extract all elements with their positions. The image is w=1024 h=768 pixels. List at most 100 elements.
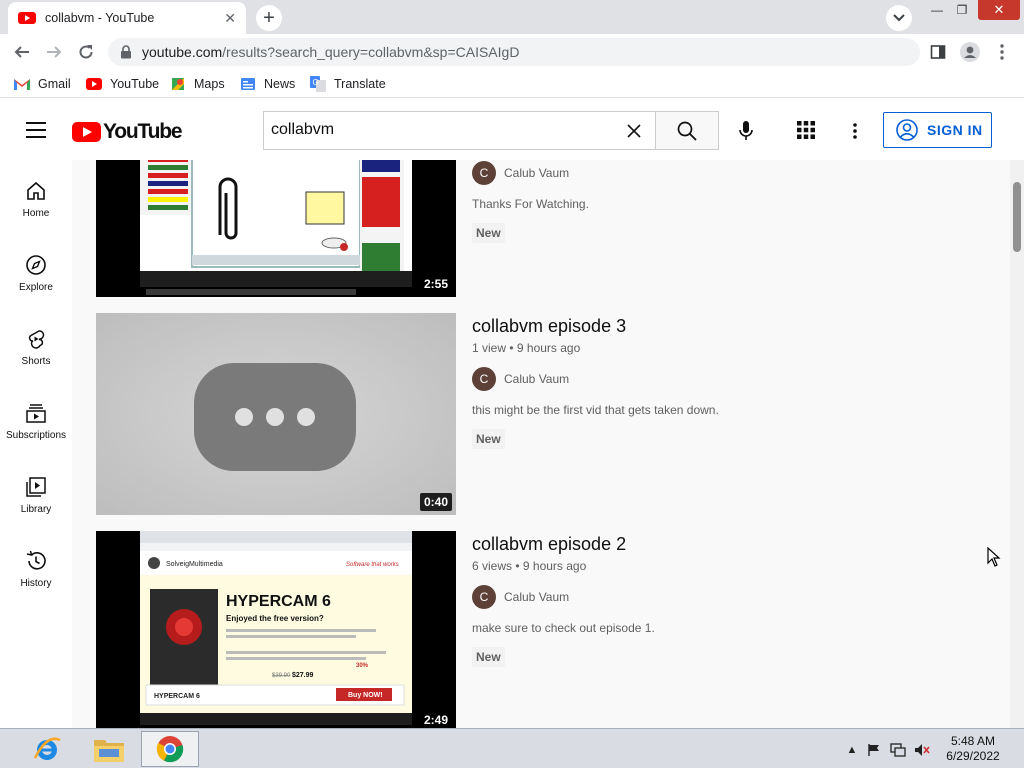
video-thumbnail[interactable]: 2:55	[96, 160, 456, 297]
gmail-icon	[14, 76, 30, 92]
sidebar-item-label: Explore	[19, 282, 53, 293]
window-minimize-button[interactable]: —	[926, 2, 948, 18]
windows-taskbar: ▲ 5:48 AM 6/29/2022	[0, 728, 1024, 768]
taskbar-file-explorer[interactable]	[80, 731, 138, 767]
bookmark-maps[interactable]: Maps	[170, 76, 225, 92]
sidebar-item-history[interactable]: History	[0, 530, 72, 604]
thumb-buy-button: Buy NOW!	[348, 692, 383, 699]
settings-more-button[interactable]	[844, 120, 866, 142]
back-button[interactable]	[12, 42, 32, 62]
sign-in-button[interactable]: SIGN IN	[883, 112, 992, 148]
page-scrollbar[interactable]	[1010, 160, 1024, 728]
new-badge: New	[472, 223, 505, 243]
channel-avatar[interactable]: C	[472, 585, 496, 609]
thumb-price-new: $27.99	[292, 672, 314, 679]
subscriptions-icon	[25, 402, 47, 424]
address-url: youtube.com/results?search_query=collabv…	[142, 44, 519, 60]
lock-icon	[120, 45, 132, 59]
close-icon	[627, 124, 641, 138]
youtube-icon	[86, 76, 102, 92]
browser-menu-button[interactable]	[992, 42, 1012, 62]
thumb-price-old: $39.90	[272, 673, 291, 679]
video-title[interactable]: collabvm episode 2	[472, 531, 972, 557]
sidebar-item-label: Home	[22, 208, 50, 219]
window-maximize-button[interactable]: ❐	[951, 2, 973, 18]
sidebar-item-shorts[interactable]: Shorts	[0, 308, 72, 382]
video-duration: 2:55	[419, 275, 452, 293]
volume-muted-icon[interactable]	[914, 742, 930, 758]
thumb-product-footer: HYPERCAM	[154, 693, 194, 700]
reload-button[interactable]	[76, 42, 96, 62]
channel-link[interactable]: C Calub Vaum	[472, 161, 972, 185]
sidebar-item-label: Library	[20, 504, 52, 515]
address-bar[interactable]: youtube.com/results?search_query=collabv…	[108, 38, 920, 66]
sidebar-item-library[interactable]: Library	[0, 456, 72, 530]
apps-button[interactable]	[796, 120, 818, 142]
reload-icon	[79, 45, 93, 59]
bookmark-gmail[interactable]: Gmail	[14, 76, 71, 92]
tab-search-button[interactable]	[886, 5, 912, 31]
video-title[interactable]: collabvm episode 3	[472, 313, 972, 339]
bookmark-label: Gmail	[38, 77, 71, 91]
taskbar-chrome[interactable]	[141, 731, 199, 767]
voice-search-button[interactable]	[735, 120, 757, 142]
window-close-button[interactable]: ✕	[978, 0, 1020, 20]
sidebar-item-label: History	[20, 578, 52, 589]
video-thumbnail[interactable]: SolveigMultimedia Software that works HY…	[96, 531, 456, 728]
tab-close-button[interactable]: ✕	[224, 10, 236, 27]
youtube-masthead: YouTube SIGN IN	[0, 98, 1024, 160]
translate-icon: G	[310, 76, 326, 92]
chrome-icon	[156, 735, 184, 763]
bookmark-translate[interactable]: G Translate	[310, 76, 386, 92]
youtube-logo[interactable]: YouTube	[72, 120, 183, 144]
menu-icon[interactable]	[26, 122, 46, 138]
system-clock[interactable]: 5:48 AM 6/29/2022	[940, 734, 1006, 764]
compass-icon	[25, 254, 47, 276]
browser-tab[interactable]: collabvm - YouTube ✕	[8, 2, 246, 34]
sidebar-item-explore[interactable]: Explore	[0, 234, 72, 308]
channel-name[interactable]: Calub Vaum	[504, 590, 569, 604]
tab-strip: collabvm - YouTube ✕ + — ❐ ✕	[0, 0, 1024, 34]
video-duration: 2:49	[419, 711, 452, 728]
video-meta: C Calub Vaum Thanks For Watching. New	[472, 160, 972, 243]
bookmark-news[interactable]: News	[240, 76, 295, 92]
taskbar-internet-explorer[interactable]	[18, 731, 76, 767]
channel-link[interactable]: C Calub Vaum	[472, 585, 972, 609]
search-clear-button[interactable]	[626, 123, 646, 143]
internet-explorer-icon	[32, 734, 62, 764]
sidebar-item-home[interactable]: Home	[0, 160, 72, 234]
channel-avatar[interactable]: C	[472, 161, 496, 185]
channel-name[interactable]: Calub Vaum	[504, 166, 569, 180]
video-thumbnail[interactable]: 0:40	[96, 313, 456, 515]
channel-link[interactable]: C Calub Vaum	[472, 367, 972, 391]
bookmark-label: News	[264, 77, 296, 91]
profile-button[interactable]	[960, 42, 980, 62]
clock-time: 5:48 AM	[950, 734, 996, 748]
channel-name[interactable]: Calub Vaum	[504, 372, 569, 386]
new-badge: New	[472, 647, 505, 667]
search-input[interactable]	[271, 121, 611, 139]
mini-guide: Home Explore Shorts Subscriptions Librar…	[0, 160, 72, 728]
thumbnail-placeholder-image	[96, 313, 456, 515]
network-icon[interactable]	[890, 742, 906, 758]
search-button[interactable]	[655, 111, 719, 150]
profile-icon	[960, 42, 980, 62]
arrow-left-icon	[14, 46, 29, 58]
video-view-count: 6 views • 9 hours ago	[472, 559, 587, 573]
action-center-flag-icon[interactable]	[866, 742, 882, 758]
library-icon	[25, 476, 47, 498]
search-icon	[677, 121, 697, 141]
microphone-icon	[739, 121, 753, 140]
forward-button[interactable]	[44, 42, 64, 62]
sidebar-item-subscriptions[interactable]: Subscriptions	[0, 382, 72, 456]
bookmark-label: YouTube	[110, 77, 160, 91]
video-description: this might be the first vid that gets ta…	[472, 403, 719, 417]
scrollbar-thumb[interactable]	[1013, 182, 1021, 252]
shorts-icon	[25, 328, 47, 350]
bookmark-youtube[interactable]: YouTube	[86, 76, 159, 92]
channel-avatar[interactable]: C	[472, 367, 496, 391]
new-tab-button[interactable]: +	[256, 5, 282, 31]
tray-expand-icon[interactable]: ▲	[844, 742, 860, 758]
side-panel-button[interactable]	[928, 42, 948, 62]
youtube-logo-text: YouTube	[103, 120, 183, 143]
